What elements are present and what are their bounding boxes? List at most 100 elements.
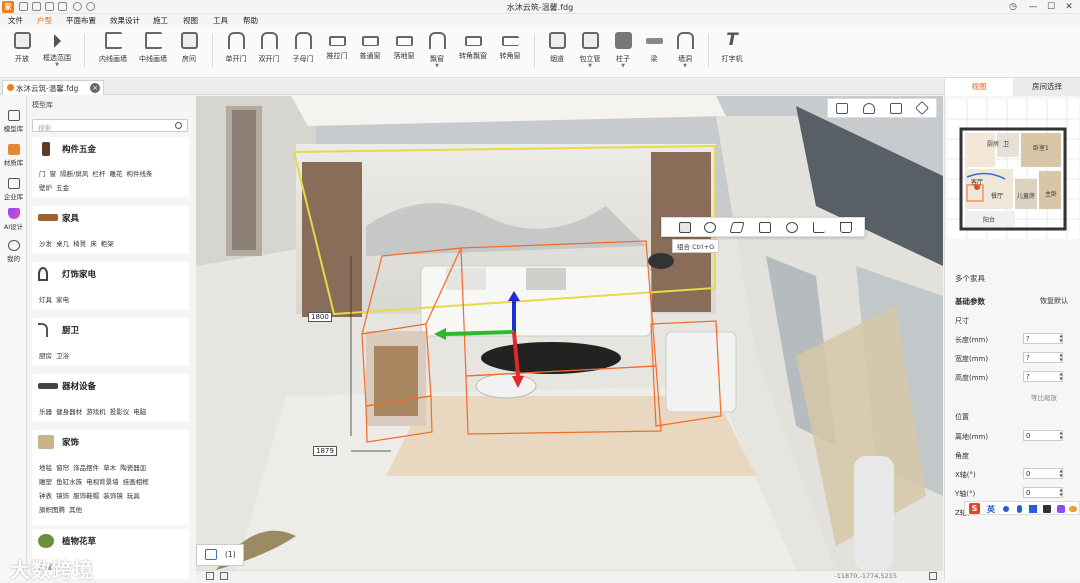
menu-design[interactable]: 效果设计 xyxy=(110,15,140,26)
move-icon[interactable] xyxy=(704,222,716,233)
height-dimension-label: 1800 xyxy=(308,312,332,322)
close-window-button[interactable]: ✕ xyxy=(1059,0,1079,14)
ground-stepper[interactable]: ▲ ▼ xyxy=(1058,430,1064,441)
wall-hole-button[interactable]: 墙洞 ▼ xyxy=(668,32,702,72)
scene-page-tab[interactable]: (1) xyxy=(196,544,244,566)
reset-default-link[interactable]: 恢复默认 xyxy=(1040,296,1068,306)
align-icon[interactable] xyxy=(813,222,825,233)
3d-viewport[interactable]: 1800 1879 xyxy=(196,96,943,570)
mother-son-door-button[interactable]: 子母门 xyxy=(286,32,320,72)
ground-label: 离地(mm) xyxy=(955,433,989,441)
cursor-icon xyxy=(53,34,61,48)
menu-view[interactable]: 视图 xyxy=(183,15,198,26)
pipe-wrap-button[interactable]: 包立管 ▼ xyxy=(573,32,607,72)
ime-menu-icon[interactable] xyxy=(1069,506,1077,512)
column-button[interactable]: 柱子 ▼ xyxy=(606,32,640,72)
building-icon xyxy=(7,178,20,189)
selection-type-label: 多个家具 xyxy=(955,274,985,283)
floor-window-button[interactable]: 落地窗 xyxy=(387,32,421,72)
corner-bay-window-button[interactable]: 转角飘窗 xyxy=(456,32,490,72)
mirror-icon[interactable] xyxy=(729,222,745,233)
rail-ai-design[interactable]: AI设计 xyxy=(0,208,27,231)
x-angle-input[interactable]: 0 xyxy=(1023,468,1063,479)
window-icon xyxy=(361,36,379,46)
menu-help[interactable]: 帮助 xyxy=(243,15,258,26)
house-view-icon[interactable] xyxy=(863,103,875,114)
3d-cube-icon[interactable] xyxy=(914,100,930,116)
minimize-button[interactable]: — xyxy=(1023,0,1043,14)
tab-room-select[interactable]: 房间选择 xyxy=(1013,78,1080,96)
select-range-button[interactable]: 框选范围 ▼ xyxy=(40,32,74,72)
category-equipment[interactable]: 器材设备 乐器 健身器材 游戏机 投影仪 电脑 xyxy=(32,374,189,422)
grid-icon[interactable] xyxy=(206,572,214,580)
menu-construction[interactable]: 施工 xyxy=(153,15,168,26)
x-angle-stepper[interactable]: ▲ ▼ xyxy=(1058,468,1064,479)
ime-ai-icon[interactable] xyxy=(1057,505,1065,513)
height-stepper[interactable]: ▲ ▼ xyxy=(1058,371,1064,382)
sogou-icon[interactable]: S xyxy=(969,503,980,514)
length-input[interactable]: ? xyxy=(1023,333,1063,344)
ime-punct-icon[interactable] xyxy=(1003,506,1009,512)
help-icon[interactable]: ◷ xyxy=(1003,0,1023,14)
single-door-button[interactable]: 单开门 xyxy=(219,32,253,72)
group-icon[interactable] xyxy=(679,222,691,233)
window-title: 水沐云筑-温馨.fdg xyxy=(506,3,574,12)
sliding-door-button[interactable]: 推拉门 xyxy=(320,32,354,72)
hide-icon[interactable] xyxy=(786,222,798,233)
rail-model-library[interactable]: 模型库 xyxy=(0,110,27,133)
typewriter-button[interactable]: T 打字机 xyxy=(715,32,749,72)
bay-window-icon xyxy=(428,32,446,49)
search-input[interactable]: 搜索 xyxy=(32,119,188,132)
keyboard-icon[interactable] xyxy=(1029,505,1037,513)
bay-window-button[interactable]: 飘窗 ▼ xyxy=(420,32,454,72)
category-furniture[interactable]: 家具 沙发 桌几 椅凳 床 柜架 xyxy=(32,206,189,254)
ground-input[interactable]: 0 xyxy=(1023,430,1063,441)
double-door-button[interactable]: 双开门 xyxy=(252,32,286,72)
height-input[interactable]: ? xyxy=(1023,371,1063,382)
mother-son-door-icon xyxy=(294,32,312,49)
2d-view-icon[interactable] xyxy=(836,103,848,114)
width-stepper[interactable]: ▲ ▼ xyxy=(1058,352,1064,363)
window-button[interactable]: 普通窗 xyxy=(353,32,387,72)
floorplan-minimap[interactable]: 厨房 卫 卧室1 客厅 餐厅 主卧 儿童房 阳台 xyxy=(947,99,1079,239)
wall-hole-icon xyxy=(676,32,694,49)
room-button[interactable]: 房间 xyxy=(172,32,206,72)
y-angle-input[interactable]: 0 xyxy=(1023,487,1063,498)
top-view-icon[interactable] xyxy=(890,103,902,114)
center-wall-button[interactable]: 中线画墙 xyxy=(136,32,170,72)
rail-enterprise-library[interactable]: 企业库 xyxy=(0,178,27,201)
tab-view[interactable]: 视图 xyxy=(945,78,1013,96)
category-decor[interactable]: 家饰 地毯 窗帘 饰品摆件 草木 陶瓷器皿 雕塑 鱼缸水族 电视背景墙 挂画相框… xyxy=(32,430,189,525)
menu-file[interactable]: 文件 xyxy=(8,15,23,26)
copy-icon[interactable] xyxy=(759,222,771,233)
snap-icon[interactable] xyxy=(220,572,228,580)
rail-mine[interactable]: 我的 xyxy=(0,240,27,263)
fit-view-icon[interactable] xyxy=(929,572,937,580)
category-kitchen-bath[interactable]: 厨卫 厨房 卫浴 xyxy=(32,318,189,366)
maximize-button[interactable]: ☐ xyxy=(1041,0,1061,14)
beam-button[interactable]: 梁 xyxy=(637,32,671,72)
search-icon[interactable] xyxy=(175,122,182,129)
flue-button[interactable]: 烟道 xyxy=(540,32,574,72)
length-stepper[interactable]: ▲ ▼ xyxy=(1058,333,1064,344)
proportional-scale-checkbox[interactable]: 等比缩放 xyxy=(1031,392,1057,402)
document-tab[interactable]: 水沐云筑-温馨.fdg × xyxy=(2,80,104,95)
close-tab-icon[interactable]: × xyxy=(90,83,100,93)
category-lighting[interactable]: 灯饰家电 灯具 家电 xyxy=(32,262,189,310)
corner-window-button[interactable]: 转角窗 xyxy=(493,32,527,72)
category-hardware[interactable]: 构件五金 门 窗 隔断/屏风 栏杆 雕花 构件线条 壁炉 五金 xyxy=(32,137,189,197)
inner-wall-button[interactable]: 内线画墙 xyxy=(96,32,130,72)
corner-window-icon xyxy=(501,36,519,46)
center-wall-icon xyxy=(144,32,162,49)
y-angle-stepper[interactable]: ▲ ▼ xyxy=(1058,487,1064,498)
menu-layout[interactable]: 平面布置 xyxy=(66,15,96,26)
width-input[interactable]: ? xyxy=(1023,352,1063,363)
open-room-button[interactable]: 开放 xyxy=(5,32,39,72)
skin-icon[interactable] xyxy=(1043,505,1051,513)
home-icon xyxy=(205,549,217,560)
rail-material-library[interactable]: 材质库 xyxy=(0,144,27,167)
microphone-icon[interactable] xyxy=(1017,505,1022,513)
ime-language[interactable]: 英 xyxy=(987,504,995,515)
delete-icon[interactable] xyxy=(840,222,852,233)
menu-tools[interactable]: 工具 xyxy=(213,15,228,26)
